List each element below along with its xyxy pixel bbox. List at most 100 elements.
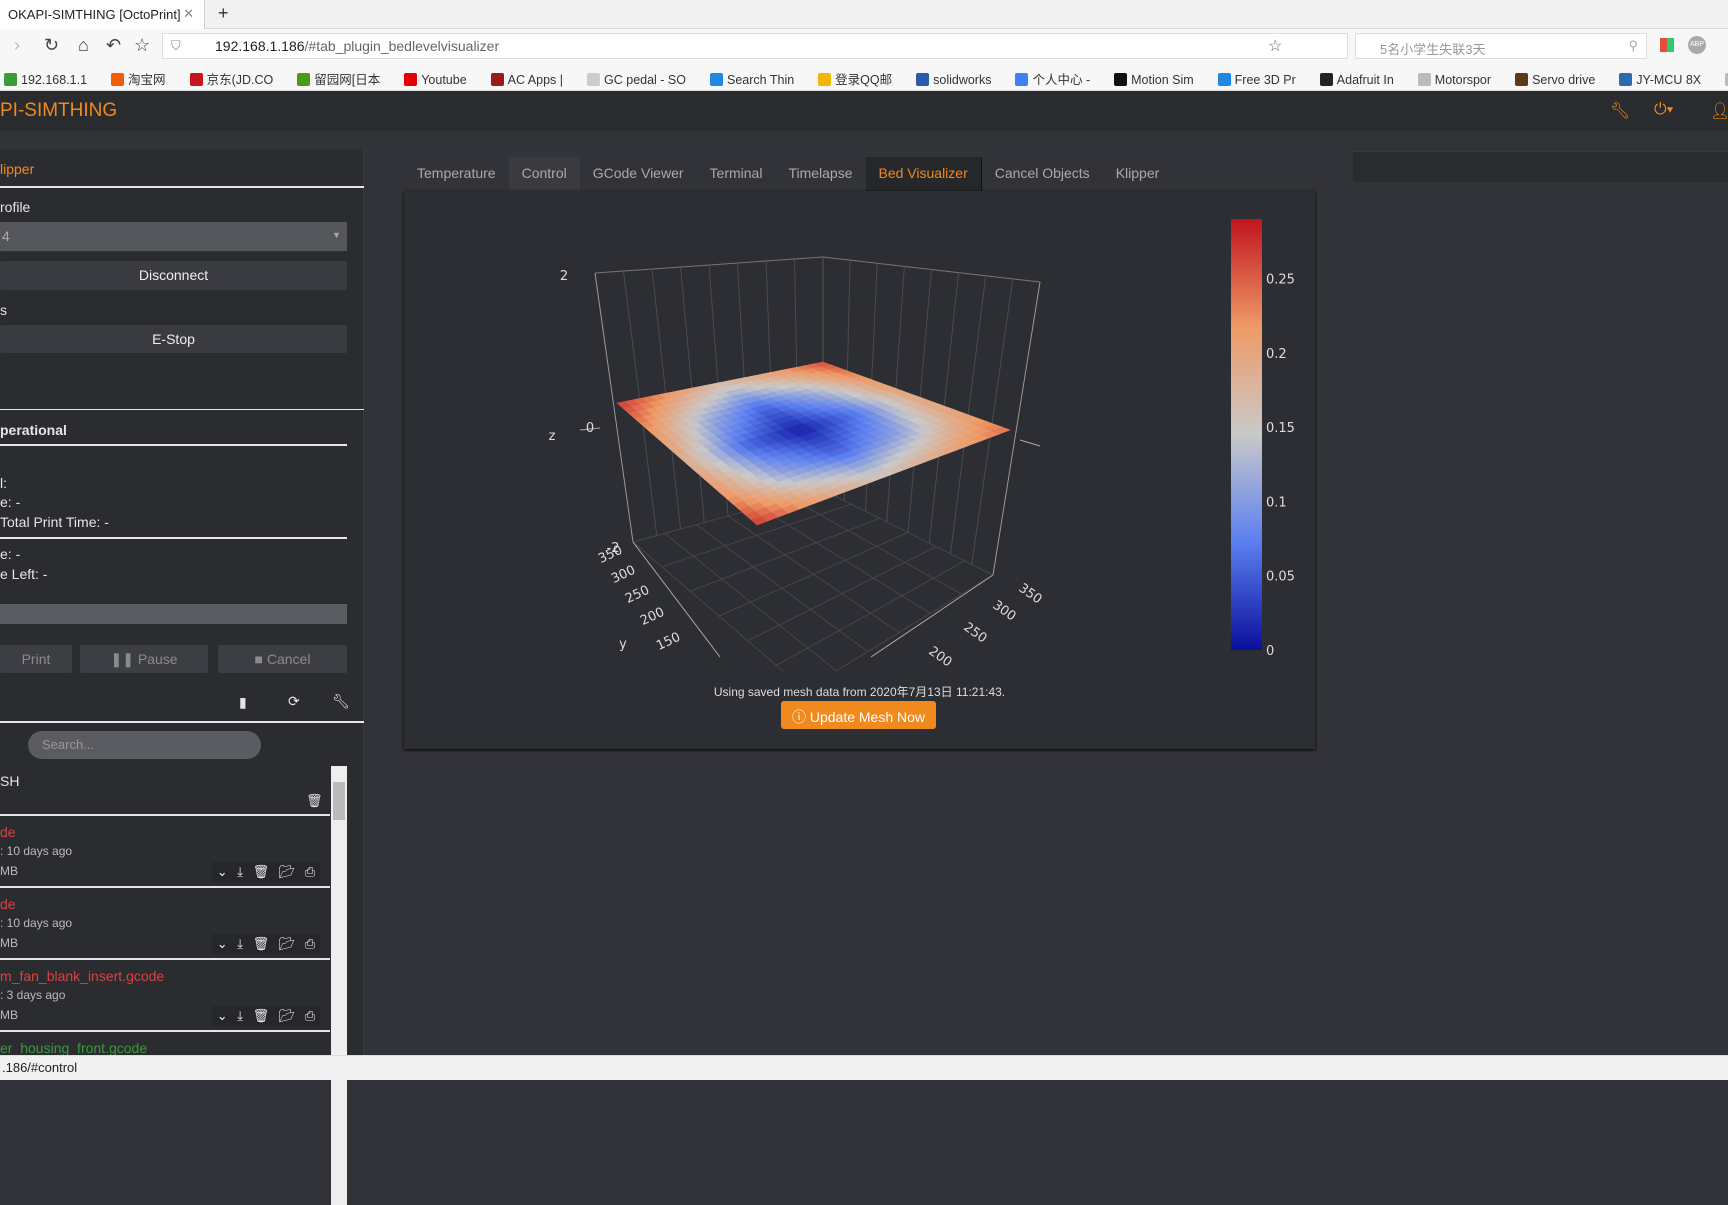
download-icon[interactable]: ⤓ bbox=[237, 936, 243, 952]
bookmark-item[interactable]: JY-MCU 8X bbox=[1619, 73, 1713, 87]
bookmark-item[interactable]: solidworks bbox=[916, 73, 1003, 87]
folder-open-icon[interactable]: 📂︎ bbox=[279, 1008, 296, 1024]
bookmark-item[interactable]: Free 3D Pr bbox=[1217, 73, 1308, 87]
file-name[interactable]: de bbox=[0, 896, 16, 912]
refresh-icon[interactable]: ⟳ bbox=[288, 693, 300, 710]
tab-klipper[interactable]: Klipper bbox=[1103, 157, 1173, 191]
file-search-input[interactable]: Search... bbox=[28, 731, 261, 759]
profile-label: rofile bbox=[0, 199, 31, 215]
cancel-label: Cancel bbox=[266, 651, 311, 667]
bookmark-label: GC pedal - SO bbox=[604, 73, 686, 87]
tab-terminal[interactable]: Terminal bbox=[697, 157, 776, 191]
wrench-settings-icon[interactable]: 🔧︎ bbox=[1610, 101, 1630, 121]
bookmark-item[interactable]: 淘宝网 bbox=[111, 69, 178, 88]
browser-tab[interactable]: OKAPI-SIMTHING [OctoPrint] ✕ bbox=[0, 0, 205, 29]
folder-open-icon[interactable]: 📂︎ bbox=[279, 864, 296, 880]
close-tab-icon[interactable]: ✕ bbox=[183, 6, 194, 22]
undo-icon[interactable]: ↶ bbox=[106, 35, 121, 56]
bookmark-item[interactable]: 留园网[日本 bbox=[297, 69, 392, 88]
bookmark-item[interactable]: Youtube bbox=[404, 73, 478, 87]
bookmark-item[interactable]: GC pedal - SO bbox=[587, 73, 698, 87]
file-name[interactable]: m_fan_blank_insert.gcode bbox=[0, 968, 164, 984]
bookmark-item[interactable]: 登录QQ邮 bbox=[818, 69, 904, 88]
tab-bed-visualizer[interactable]: Bed Visualizer bbox=[865, 157, 982, 191]
tab-control[interactable]: Control bbox=[508, 157, 580, 191]
pause-button[interactable]: ❚❚ Pause bbox=[80, 645, 208, 673]
print-label: Print bbox=[21, 651, 51, 667]
power-icon[interactable]: ⏻▾ bbox=[1654, 101, 1673, 119]
file-date: : 10 days ago bbox=[0, 844, 73, 858]
bookmark-item[interactable]: Motorspor bbox=[1417, 73, 1503, 87]
download-icon[interactable]: ⤓ bbox=[237, 1008, 243, 1024]
brand-title[interactable]: PI-SIMTHING bbox=[0, 100, 117, 122]
y-tick-label: 150 bbox=[654, 630, 683, 654]
trash-icon[interactable]: 🗑︎ bbox=[306, 793, 323, 809]
colorbar-tick-label: 0.15 bbox=[1266, 421, 1295, 436]
home-icon[interactable]: ⌂ bbox=[78, 35, 89, 56]
file-list-scrollbar[interactable] bbox=[331, 766, 347, 1205]
estop-button[interactable]: E-Stop bbox=[0, 325, 347, 353]
info-line: e: - bbox=[0, 494, 21, 510]
update-mesh-button[interactable]: ⓘ Update Mesh Now bbox=[781, 701, 936, 729]
disconnect-button[interactable]: Disconnect bbox=[0, 261, 347, 290]
bookmark-item[interactable]: AC Apps | bbox=[490, 73, 575, 87]
new-tab-button[interactable]: + bbox=[218, 3, 229, 24]
file-name[interactable]: er_housing_front.gcode bbox=[0, 1040, 147, 1056]
reload-icon[interactable]: ↻ bbox=[44, 35, 59, 56]
mesh-surface-plot[interactable]: 150200250300350200250300350-202yz00.050.… bbox=[404, 191, 1315, 671]
pause-icon: ❚❚ bbox=[110, 651, 138, 667]
address-bar-row: › ↻ ⌂ ↶ ☆ 192.168.1.186/#tab_plugin_bedl… bbox=[0, 29, 1728, 62]
apps-icon[interactable] bbox=[1660, 38, 1674, 52]
search-icon[interactable]: ⚲ bbox=[1628, 38, 1638, 54]
sidebar: lipper rofile 4 ▼ Disconnect s E-Stop per… bbox=[0, 150, 364, 1205]
scrollbar-thumb[interactable] bbox=[333, 782, 345, 820]
tab-cancel-objects[interactable]: Cancel Objects bbox=[982, 157, 1103, 191]
bookmark-item[interactable]: Servo drive bbox=[1515, 73, 1607, 87]
download-icon[interactable]: ⤓ bbox=[237, 864, 243, 880]
bookmark-label: 留园网[日本 bbox=[314, 73, 381, 87]
expand-icon[interactable]: ⌄ bbox=[217, 1008, 228, 1024]
print-icon[interactable]: ⎙ bbox=[305, 864, 315, 880]
bookmark-favicon-icon bbox=[710, 73, 723, 86]
folder-open-icon[interactable]: 📂︎ bbox=[279, 936, 296, 952]
bookmark-item[interactable]: Motion Sim bbox=[1114, 73, 1206, 87]
sd-card-icon[interactable]: ▮ bbox=[239, 694, 247, 711]
forward-icon[interactable]: › bbox=[14, 35, 20, 56]
profile-select[interactable]: 4 ▼ bbox=[0, 222, 347, 251]
bookmark-item[interactable]: Adafruit In bbox=[1319, 73, 1406, 87]
bookmark-favicon-icon bbox=[1319, 73, 1333, 86]
y-tick-label: 200 bbox=[638, 605, 667, 629]
bookmark-item[interactable]: 京东(JD.CO bbox=[189, 69, 286, 88]
user-icon[interactable]: 👤︎ bbox=[1710, 101, 1728, 121]
folder-name[interactable]: SH bbox=[0, 773, 19, 789]
star-icon[interactable]: ☆ bbox=[134, 35, 150, 56]
right-panel bbox=[1353, 151, 1728, 182]
url-input[interactable]: 192.168.1.186/#tab_plugin_bedlevelvisual… bbox=[162, 33, 1348, 59]
bookmark-item[interactable]: 192.168.1.1 bbox=[4, 73, 99, 87]
bookmark-item[interactable]: 个人中心 - bbox=[1015, 69, 1102, 88]
trash-icon[interactable]: 🗑︎ bbox=[253, 936, 270, 952]
connection-panel-title[interactable]: lipper bbox=[0, 161, 34, 177]
tab-temperature[interactable]: Temperature bbox=[404, 157, 509, 191]
shield-icon: ⛉ bbox=[171, 38, 181, 53]
print-button[interactable]: Print bbox=[0, 645, 72, 673]
file-size: MB bbox=[0, 936, 18, 950]
bookmark-item[interactable]: Search Thin bbox=[710, 73, 806, 87]
tab-gcode-viewer[interactable]: GCode Viewer bbox=[580, 157, 697, 191]
trash-icon[interactable]: 🗑︎ bbox=[253, 864, 270, 880]
print-icon[interactable]: ⎙ bbox=[305, 1008, 315, 1024]
wrench-icon[interactable]: 🔧︎ bbox=[332, 693, 350, 710]
z-tick-label: 2 bbox=[560, 269, 568, 284]
browser-search-input[interactable]: 5名小学生失联3天 ⚲ bbox=[1355, 33, 1647, 59]
tab-timelapse[interactable]: Timelapse bbox=[775, 157, 865, 191]
cancel-button[interactable]: ■ Cancel bbox=[218, 645, 347, 673]
bookmark-label: 登录QQ邮 bbox=[835, 73, 893, 87]
expand-icon[interactable]: ⌄ bbox=[217, 864, 228, 880]
bookmark-star-icon[interactable]: ☆ bbox=[1268, 36, 1282, 56]
trash-icon[interactable]: 🗑︎ bbox=[253, 1008, 270, 1024]
print-icon[interactable]: ⎙ bbox=[305, 936, 315, 952]
floor-grid-line bbox=[835, 574, 994, 671]
adblock-icon[interactable]: ABP bbox=[1688, 36, 1706, 54]
file-name[interactable]: de bbox=[0, 824, 16, 840]
expand-icon[interactable]: ⌄ bbox=[217, 936, 228, 952]
